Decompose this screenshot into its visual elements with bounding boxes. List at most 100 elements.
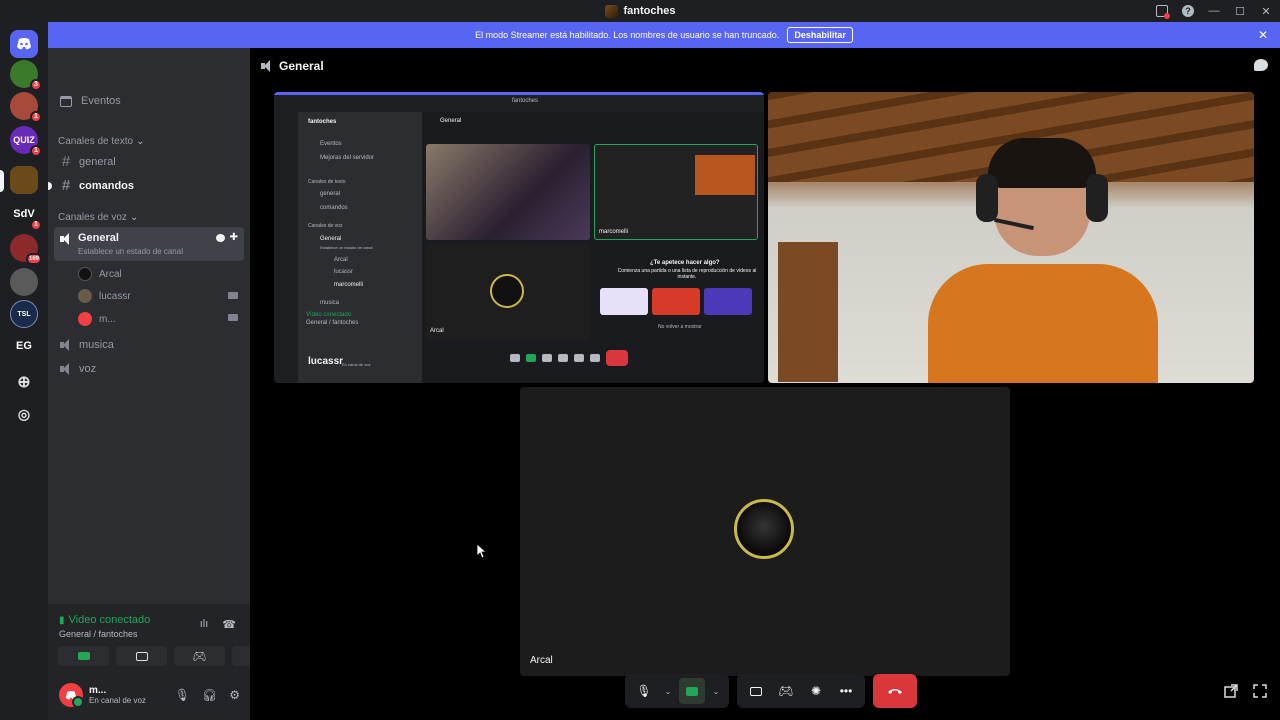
mic-group: 🎙︎ ⌄ ⌄	[625, 674, 729, 708]
voice-channel-musica[interactable]: musica	[60, 339, 114, 351]
noise-suppression-icon[interactable]: ılı	[200, 618, 209, 631]
banner-close-icon[interactable]: ✕	[1258, 28, 1268, 42]
mini-video-tile	[426, 144, 590, 240]
user-area[interactable]: m... En canal de voz	[59, 683, 146, 708]
background-door	[778, 242, 838, 382]
selected-guild-pill	[0, 170, 4, 192]
speaker-icon	[60, 363, 72, 375]
camera-indicator-icon	[228, 292, 238, 299]
channel-header: General	[261, 59, 324, 73]
speaker-icon	[60, 233, 72, 245]
camera-button[interactable]	[679, 678, 705, 704]
voice-location[interactable]: General / fantoches	[59, 629, 138, 639]
voice-user-arcal[interactable]: Arcal	[78, 267, 122, 281]
mini-call-controls	[510, 349, 680, 367]
title-bar: fantoches ? — ☐ ✕	[0, 0, 1280, 22]
voice-channel-voz[interactable]: voz	[60, 363, 96, 375]
hash-icon: #	[61, 177, 71, 194]
webcam-tile[interactable]	[768, 92, 1254, 383]
headphones-icon[interactable]: 🎧︎	[202, 688, 217, 702]
voice-user-self[interactable]: m...	[78, 312, 116, 326]
voice-status[interactable]: ▮ Video conectado	[59, 614, 150, 626]
camera-icon	[77, 652, 90, 660]
avatar	[78, 312, 92, 326]
disable-streamer-button[interactable]: Deshabilitar	[787, 27, 853, 43]
voice-user-lucassr[interactable]: lucassr	[78, 289, 131, 303]
mouse-cursor-icon	[476, 543, 488, 564]
gamepad-icon: 🎮︎	[192, 650, 207, 663]
events-item[interactable]: Eventos	[60, 95, 121, 107]
user-status: En canal de voz	[89, 696, 146, 705]
microphone-icon: 🎙︎	[636, 684, 652, 698]
avatar	[78, 267, 92, 281]
streamer-mode-banner: El modo Streamer está habilitado. Los no…	[48, 22, 1280, 48]
chat-icon[interactable]	[215, 234, 225, 242]
guild-eg[interactable]: EG	[10, 332, 38, 360]
mini-server-rail	[274, 112, 298, 383]
camera-button[interactable]	[58, 646, 109, 666]
mini-activity-cards	[600, 288, 752, 315]
banner-message: El modo Streamer está habilitado. Los no…	[475, 30, 780, 40]
fullscreen-icon[interactable]	[1253, 684, 1269, 700]
close-icon[interactable]: ✕	[1260, 5, 1272, 18]
mic-options-chevron-icon[interactable]: ⌄	[661, 678, 675, 704]
soundboard-icon: ✺	[810, 684, 822, 698]
guild-2[interactable]: 1	[10, 92, 42, 123]
shared-screen-content: fantoches fantoches Eventos Mejoras del …	[274, 92, 764, 383]
window-controls: ? — ☐ ✕	[1156, 0, 1272, 22]
mini-video-tile: marcomelli	[594, 144, 758, 240]
participant-tile-arcal[interactable]: Arcal	[520, 387, 1010, 676]
screen-share-icon	[750, 686, 762, 696]
disconnect-icon[interactable]: ☎	[222, 618, 236, 631]
actions-group: 🎮︎ ✺ •••	[737, 674, 865, 708]
voice-connection-panel: ▮ Video conectado General / fantoches ıl…	[48, 604, 283, 720]
more-dots-icon: •••	[839, 684, 853, 698]
guild-tsl[interactable]: TSL	[10, 300, 38, 328]
more-options-button[interactable]: •••	[833, 678, 859, 704]
guild-sdv[interactable]: SdV 1	[10, 200, 42, 231]
camera-icon	[686, 686, 698, 696]
screen-share-button[interactable]	[743, 678, 769, 704]
add-server-icon[interactable]: ⊕	[10, 368, 38, 396]
soundboard-button[interactable]: ✺	[803, 678, 829, 704]
guild-7[interactable]	[10, 268, 38, 296]
channel-general[interactable]: # general	[60, 154, 116, 169]
speaker-icon	[60, 339, 72, 351]
guild-fantoches[interactable]	[10, 166, 38, 194]
discord-home-icon[interactable]	[10, 30, 38, 58]
gamepad-icon: 🎮︎	[778, 684, 794, 698]
channel-status-input[interactable]: Establece un estado de canal	[78, 247, 183, 256]
voice-call-area: General fantoches fantoches Eventos Mejo…	[250, 22, 1280, 720]
activities-button[interactable]: 🎮︎	[773, 678, 799, 704]
participant-name: Arcal	[530, 655, 553, 666]
chevron-down-icon: ⌄	[136, 136, 145, 147]
voice-channels-category[interactable]: Canales de voz ⌄	[58, 212, 138, 223]
minimize-icon[interactable]: —	[1208, 5, 1220, 17]
screen-share-icon	[135, 651, 148, 661]
popout-icon[interactable]	[1224, 684, 1240, 700]
disconnect-button[interactable]	[873, 674, 917, 708]
guild-1[interactable]: 3	[10, 60, 42, 91]
add-user-icon[interactable]: ✚	[230, 233, 238, 243]
channel-comandos[interactable]: # comandos	[60, 177, 134, 194]
maximize-icon[interactable]: ☐	[1234, 5, 1246, 18]
avatar	[59, 683, 84, 708]
help-icon[interactable]: ?	[1182, 5, 1194, 17]
microphone-button[interactable]: 🎙︎	[631, 678, 657, 704]
camera-indicator-icon	[228, 314, 238, 321]
screen-share-button[interactable]	[116, 646, 167, 666]
camera-options-chevron-icon[interactable]: ⌄	[709, 678, 723, 704]
settings-gear-icon[interactable]: ⚙	[229, 688, 240, 702]
guild-6[interactable]: 169	[10, 234, 42, 265]
chat-icon[interactable]	[1254, 59, 1268, 71]
guild-quiz[interactable]: QUIZ 1	[10, 126, 42, 157]
inbox-icon[interactable]	[1156, 5, 1170, 19]
discover-icon[interactable]: ◎	[10, 400, 38, 428]
voice-channel-general[interactable]: General Establece un estado de canal ✚	[54, 227, 244, 261]
screen-share-tile[interactable]: fantoches fantoches Eventos Mejoras del …	[274, 92, 764, 383]
activities-button[interactable]: 🎮︎	[174, 646, 225, 666]
text-channels-category[interactable]: Canales de texto ⌄	[58, 136, 144, 147]
mini-sidebar: fantoches Eventos Mejoras del servidor C…	[298, 112, 422, 383]
microphone-icon[interactable]: 🎙︎	[175, 688, 190, 702]
server-thumbnail	[604, 4, 618, 18]
